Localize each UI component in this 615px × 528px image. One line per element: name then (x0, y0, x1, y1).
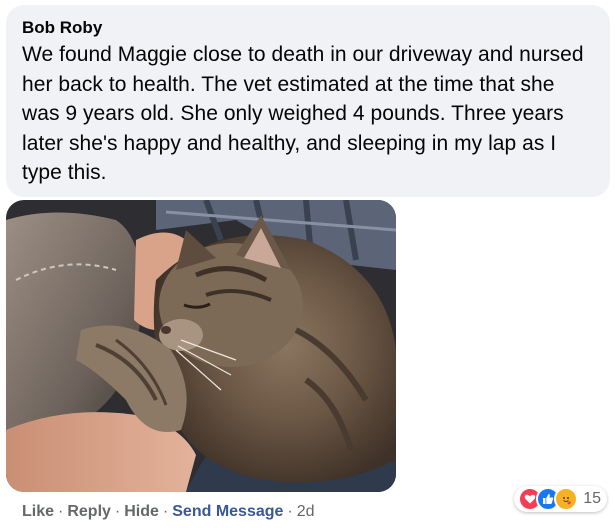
separator-dot: · (287, 503, 293, 520)
comment-actions: Like · Reply · Hide · Send Message · 2d (22, 502, 315, 522)
reply-button[interactable]: Reply (67, 503, 111, 520)
separator-dot: · (58, 503, 64, 520)
care-icon (554, 487, 579, 511)
comment-timestamp[interactable]: 2d (297, 503, 315, 520)
reactions-summary[interactable]: 15 (514, 486, 607, 512)
comment-text: We found Maggie close to death in our dr… (22, 43, 584, 184)
comment: Bob Roby We found Maggie close to death … (0, 0, 615, 528)
reaction-count: 15 (583, 490, 601, 507)
separator-dot: · (162, 503, 169, 520)
send-message-button[interactable]: Send Message (172, 503, 283, 520)
cat-photo-illustration (6, 200, 396, 492)
comment-bubble: Bob Roby We found Maggie close to death … (6, 5, 610, 197)
like-button[interactable]: Like (22, 503, 54, 520)
hide-button[interactable]: Hide (124, 503, 159, 520)
separator-dot: · (114, 503, 121, 520)
comment-photo[interactable] (6, 200, 396, 492)
comment-author[interactable]: Bob Roby (22, 17, 596, 39)
